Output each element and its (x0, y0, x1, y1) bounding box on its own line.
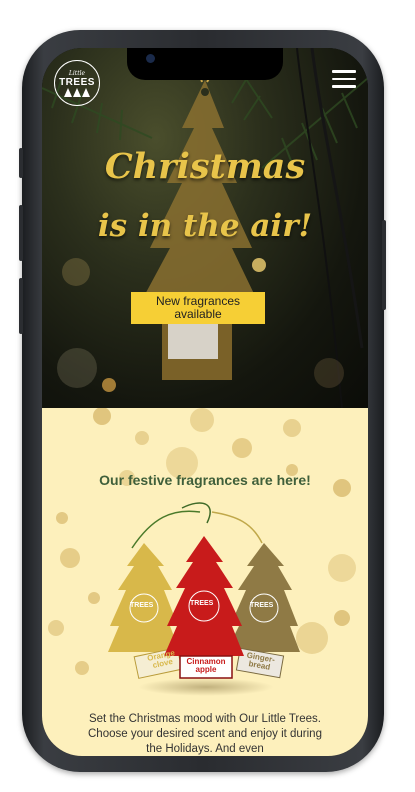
product-logo-orange: TREES (130, 602, 154, 609)
screen: Little TREES Christmas is in the air! Ne… (42, 48, 368, 756)
camera-icon (146, 54, 155, 63)
new-fragrances-button[interactable]: New fragrances available (131, 292, 265, 324)
phone-power-button (382, 220, 386, 310)
product-logo-ginger: TREES (250, 602, 274, 609)
phone-volume-down-button (19, 278, 23, 334)
logo-text: TREES (59, 76, 95, 88)
brand-logo[interactable]: Little TREES (54, 60, 100, 106)
fragrances-description: Set the Christmas mood with Our Little T… (88, 713, 322, 755)
product-logo-cinnamon: TREES (190, 600, 214, 607)
product-gingerbread (226, 543, 300, 652)
logo-script-text: Little (68, 69, 86, 77)
hero-title-line1: Christmas (104, 146, 306, 187)
menu-bar (332, 85, 356, 88)
notch (127, 48, 283, 80)
product-cinnamon-apple (164, 536, 244, 656)
label-cinnamon-line2: apple (195, 665, 217, 674)
tree-icon (64, 87, 90, 97)
cta-label: New fragrances available (155, 294, 241, 321)
hero-title-line2: is in the air! (97, 208, 313, 244)
label-cinnamon-apple: Cinnamon apple (180, 658, 232, 674)
product-orange-clove (108, 543, 180, 652)
phone-side-button (19, 148, 23, 178)
hamburger-menu-icon[interactable] (332, 70, 356, 88)
menu-bar (332, 70, 356, 73)
fragrances-section: Our festive fragrances are here! TREES T… (42, 408, 368, 756)
phone-volume-up-button (19, 205, 23, 261)
menu-bar (332, 77, 356, 80)
product-trio-image (108, 502, 300, 679)
hero-section: Little TREES Christmas is in the air! Ne… (42, 48, 368, 408)
